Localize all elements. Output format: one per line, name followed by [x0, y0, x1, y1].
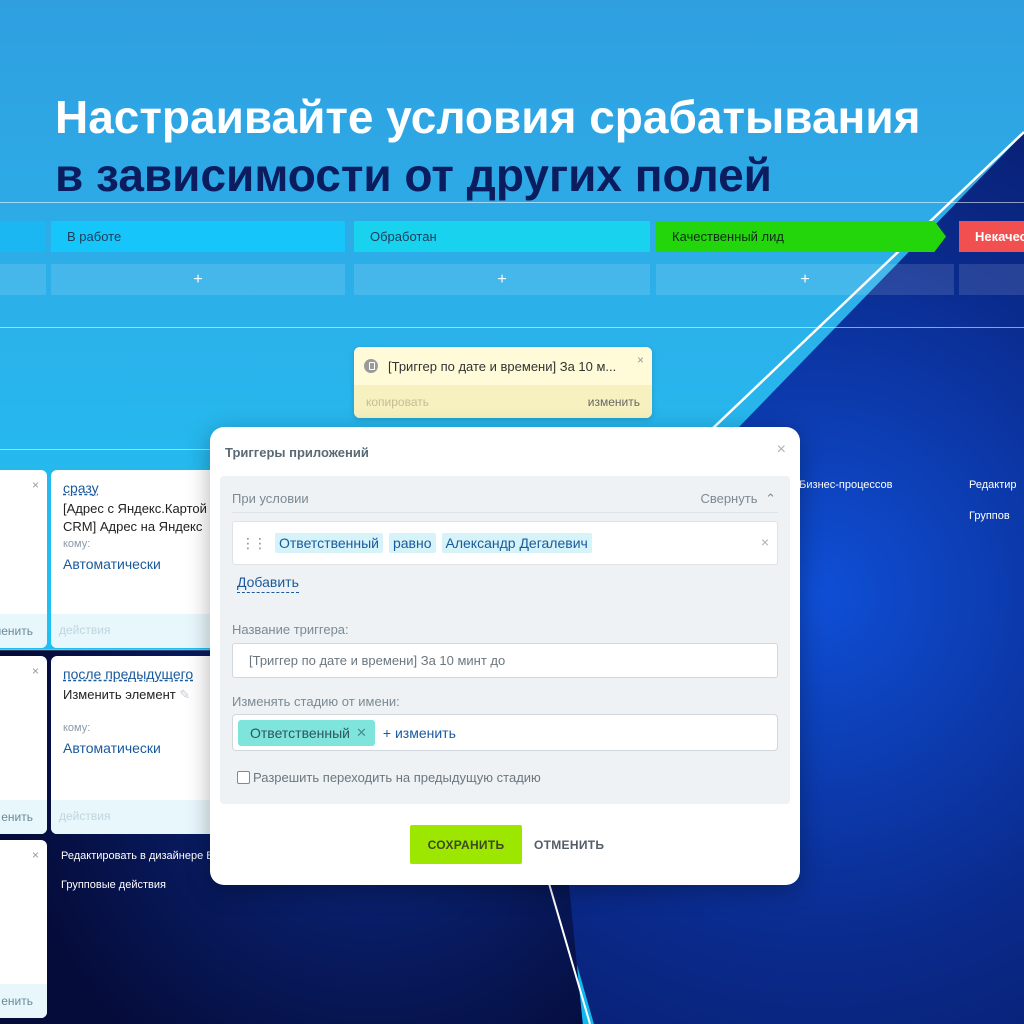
- recipient-label: кому:: [63, 538, 91, 550]
- stage-previous[interactable]: [0, 221, 46, 252]
- responsible-tag-label: Ответственный: [250, 724, 350, 741]
- trigger-name-label: Название триггера:: [232, 622, 349, 637]
- cancel-button[interactable]: ОТМЕНИТЬ: [534, 825, 604, 864]
- condition-row[interactable]: ⋮⋮ Ответственный равно Александр Дегалев…: [232, 521, 778, 565]
- delay-link[interactable]: сразу: [63, 480, 99, 496]
- trigger-card-footer: копировать изменить: [354, 385, 652, 418]
- collapse-button[interactable]: Свернуть ⌃: [700, 491, 776, 507]
- trigger-card[interactable]: [Триггер по дате и времени] За 10 м... ×…: [354, 347, 652, 418]
- allow-previous-stage-label: Разрешить переходить на предыдущую стади…: [253, 770, 541, 785]
- trigger-name-input[interactable]: [232, 643, 778, 678]
- headline-line-1: Настраивайте условия срабатывания: [55, 91, 921, 143]
- group-actions-link-right[interactable]: Группов: [969, 510, 1010, 522]
- stage-label: Некачес: [975, 229, 1024, 244]
- close-icon[interactable]: ×: [777, 441, 786, 459]
- checkbox-box[interactable]: [237, 771, 250, 784]
- add-robot-button[interactable]: +: [51, 264, 345, 295]
- add-robot-cell[interactable]: [959, 264, 1024, 295]
- stage-label: В работе: [67, 229, 122, 244]
- add-robot-button[interactable]: +: [354, 264, 650, 295]
- robot-description-1: Изменить элемент ✎: [63, 686, 209, 704]
- drag-handle-icon[interactable]: ⋮⋮: [241, 535, 267, 552]
- robot-card[interactable]: сразу [Адрес с Яндекс.Картой CRM] Адрес …: [51, 470, 221, 648]
- condition-value[interactable]: Александр Дегалевич: [441, 533, 592, 553]
- stage-label: Обработан: [370, 229, 437, 244]
- trigger-card-title: [Триггер по дате и времени] За 10 м...: [388, 358, 617, 374]
- stage-label: Качественный лид: [672, 229, 784, 244]
- condition-field[interactable]: Ответственный: [275, 533, 383, 553]
- delay-link[interactable]: после предыдущего: [63, 666, 193, 682]
- divider-mid: [0, 327, 1024, 328]
- headline-line-2: в зависимости от других полей: [55, 149, 772, 201]
- allow-previous-stage-checkbox[interactable]: Разрешить переходить на предыдущую стади…: [237, 770, 541, 785]
- close-icon[interactable]: ×: [32, 478, 39, 492]
- trigger-card-header[interactable]: [Триггер по дате и времени] За 10 м... ×: [354, 347, 652, 385]
- recipient-label: кому:: [63, 722, 91, 734]
- plus-icon: +: [800, 270, 810, 288]
- add-robot-button[interactable]: +: [656, 264, 954, 295]
- add-condition-link[interactable]: Добавить: [237, 574, 299, 593]
- collapse-label: Свернуть: [700, 491, 758, 506]
- condition-operator[interactable]: равно: [388, 533, 436, 553]
- app-triggers-dialog: Триггеры приложений × При условии Сверну…: [210, 427, 800, 885]
- stage-unqualified[interactable]: Некачес: [959, 221, 1024, 252]
- group-actions-link[interactable]: Групповые действия: [61, 879, 166, 891]
- headline: Настраивайте условия срабатывания в зави…: [55, 88, 920, 204]
- recipient-link[interactable]: Автоматически: [63, 556, 209, 572]
- plus-icon: +: [497, 270, 507, 288]
- change-link[interactable]: изменить: [588, 395, 640, 409]
- edit-in-designer-link[interactable]: Редактировать в дизайнере Б: [61, 850, 214, 862]
- close-icon[interactable]: ×: [32, 664, 39, 678]
- change-user-link[interactable]: + изменить: [383, 725, 456, 741]
- add-robot-cell[interactable]: [0, 264, 46, 295]
- chevron-up-icon: ⌃: [765, 491, 776, 506]
- copy-link[interactable]: копировать: [366, 395, 429, 409]
- robot-description-2: CRM] Адрес на Яндекс: [63, 519, 203, 534]
- robot-action: Изменить элемент: [63, 687, 176, 702]
- card-footer[interactable]: енить: [0, 984, 47, 1018]
- stage-qualified-lead[interactable]: Качественный лид: [656, 221, 946, 252]
- remove-condition-icon[interactable]: ×: [761, 534, 769, 550]
- condition-label: При условии: [232, 491, 309, 506]
- robot-card-left[interactable]: × енить: [0, 656, 47, 834]
- robot-card-left[interactable]: × менить: [0, 470, 47, 648]
- user-selector[interactable]: Ответственный ✕ + изменить: [232, 714, 778, 751]
- card-footer[interactable]: действия: [51, 800, 221, 834]
- change-stage-as-label: Изменять стадию от имени:: [232, 694, 400, 709]
- save-button[interactable]: СОХРАНИТЬ: [410, 825, 522, 864]
- dialog-panel: При условии Свернуть ⌃ ⋮⋮ Ответственный …: [220, 476, 790, 804]
- dialog-title: Триггеры приложений: [225, 445, 369, 460]
- edit-link-right[interactable]: Редактир: [969, 479, 1017, 491]
- remove-tag-icon[interactable]: ✕: [356, 725, 367, 741]
- robot-card-left[interactable]: × енить: [0, 840, 47, 1018]
- clock-icon: [364, 359, 378, 373]
- recipient-link[interactable]: Автоматически: [63, 740, 209, 756]
- card-footer[interactable]: действия: [51, 614, 221, 648]
- close-icon[interactable]: ×: [32, 848, 39, 862]
- pencil-icon[interactable]: ✎: [179, 687, 190, 702]
- stage-processed[interactable]: Обработан: [354, 221, 650, 252]
- responsible-tag[interactable]: Ответственный ✕: [238, 719, 375, 746]
- card-footer[interactable]: енить: [0, 800, 47, 834]
- panel-divider: [232, 512, 778, 513]
- plus-icon: +: [193, 270, 203, 288]
- close-icon[interactable]: ×: [637, 353, 644, 367]
- robot-card[interactable]: после предыдущего Изменить элемент ✎ ком…: [51, 656, 221, 834]
- robot-description-1: [Адрес с Яндекс.Картой: [63, 501, 207, 516]
- business-processes-link[interactable]: е Бизнес-процессов: [790, 479, 893, 491]
- card-footer[interactable]: менить: [0, 614, 47, 648]
- stage-in-work[interactable]: В работе: [51, 221, 345, 252]
